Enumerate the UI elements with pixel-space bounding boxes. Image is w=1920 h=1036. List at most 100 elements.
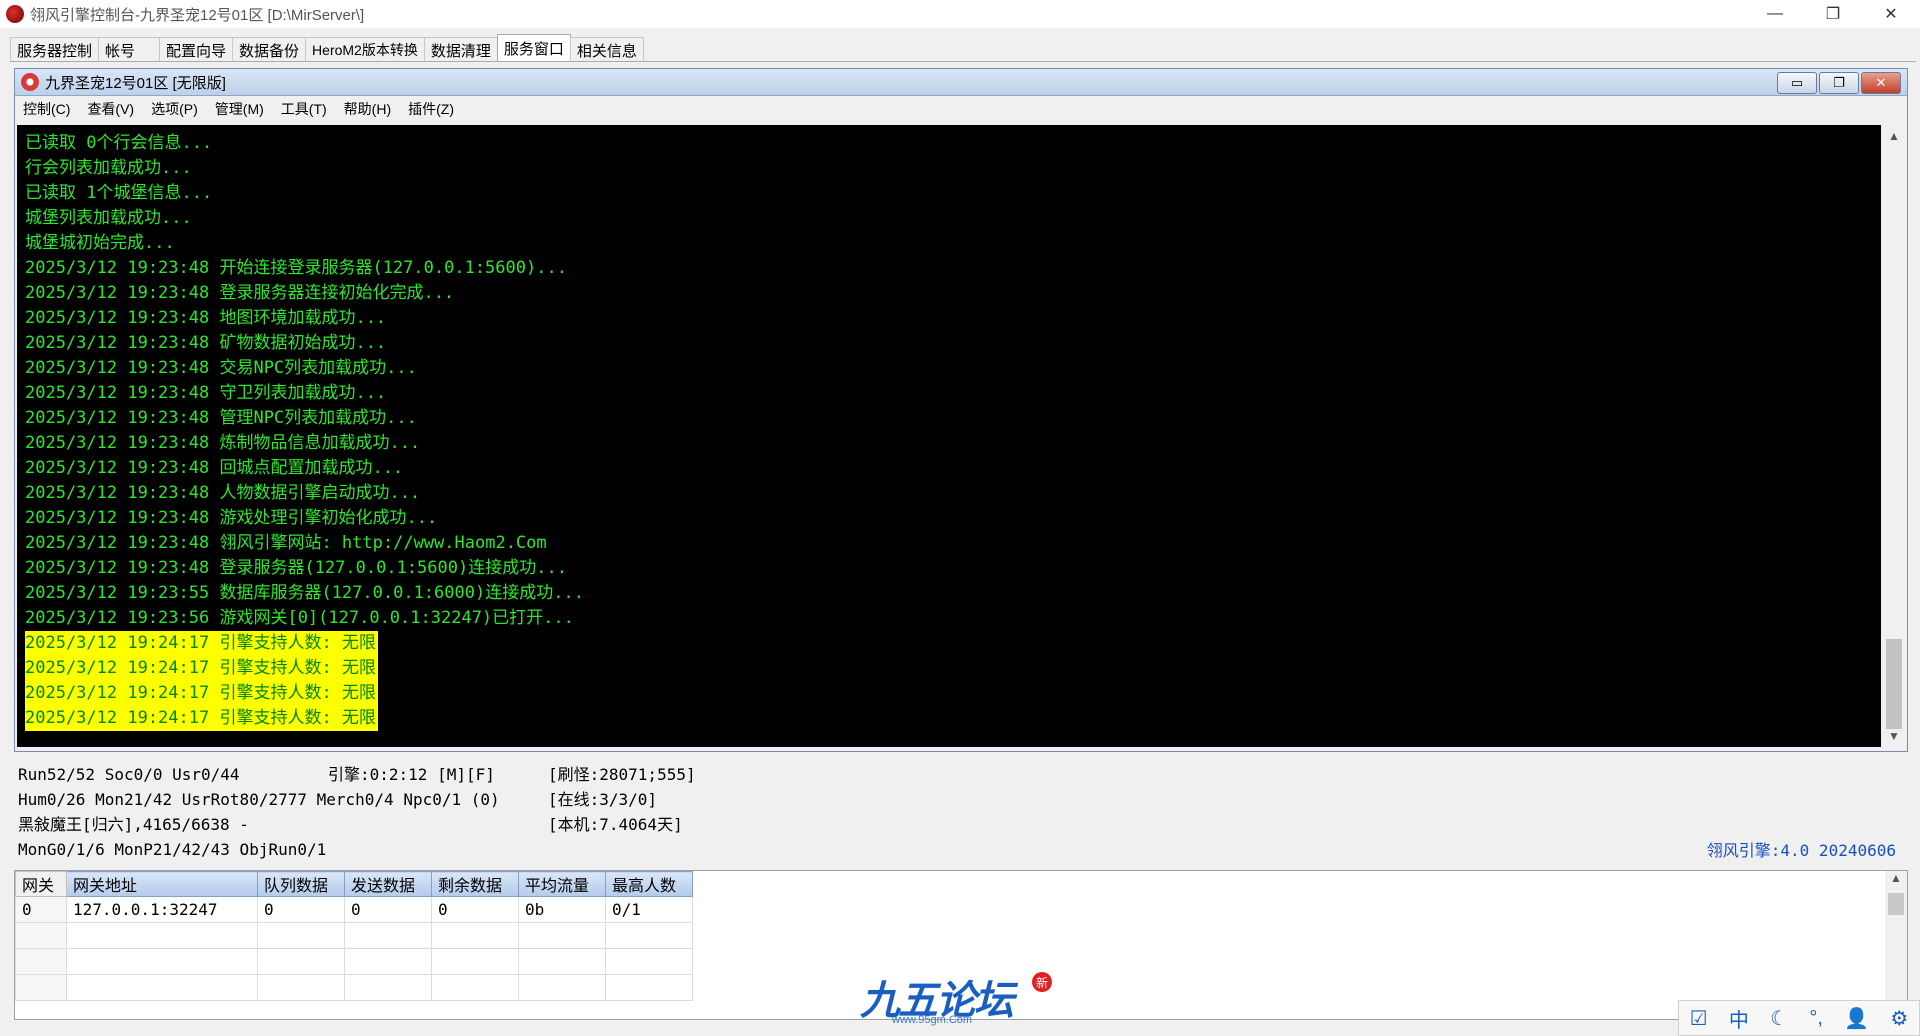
menu-control[interactable]: 控制(C) — [23, 99, 70, 119]
ime-user-icon[interactable]: 👤 — [1844, 1006, 1869, 1031]
log-line: 2025/3/12 19:23:48 炼制物品信息加载成功... — [25, 433, 421, 453]
menu-manage[interactable]: 管理(M) — [215, 99, 264, 119]
cell-queue: 0 — [257, 896, 345, 923]
table-row-empty — [15, 922, 693, 949]
tab-related-info[interactable]: 相关信息 — [569, 37, 644, 62]
scroll-down-icon[interactable]: ▼ — [1883, 725, 1905, 747]
inner-close-button[interactable]: ✕ — [1861, 72, 1901, 94]
log-line: 2025/3/12 19:23:48 翎风引擎网站: http://www.Ha… — [25, 533, 547, 553]
server-window-title: 九界圣宠12号01区 [无限版] — [45, 74, 226, 92]
tab-data-backup[interactable]: 数据备份 — [232, 37, 307, 62]
log-line: 2025/3/12 19:23:55 数据库服务器(127.0.0.1:6000… — [25, 583, 584, 603]
status-boss: 黑敍魔王[归六],4165/6638 - — [18, 815, 249, 834]
col-gateway[interactable]: 网关 — [15, 871, 67, 897]
log-line: 城堡列表加载成功... — [25, 208, 192, 228]
window-titlebar: 翎风引擎控制台-九界圣宠12号01区 [D:\MirServer\] — ❐ ✕ — [0, 0, 1920, 28]
log-line: 2025/3/12 19:23:48 游戏处理引擎初始化成功... — [25, 508, 438, 528]
cell-avg: 0b — [518, 896, 606, 923]
scroll-thumb[interactable] — [1886, 639, 1902, 729]
ime-settings-icon[interactable]: ⚙ — [1890, 1006, 1908, 1031]
tab-herom2-convert[interactable]: HeroM2版本转换 — [305, 37, 425, 62]
log-line: 已读取 0个行会信息... — [25, 133, 213, 153]
log-line: 2025/3/12 19:23:48 交易NPC列表加载成功... — [25, 358, 417, 378]
menu-help[interactable]: 帮助(H) — [344, 99, 391, 119]
ime-check-icon[interactable]: ☑ — [1690, 1006, 1708, 1031]
log-line: 2025/3/12 19:23:48 人物数据引擎启动成功... — [25, 483, 421, 503]
restore-button[interactable]: ❐ — [1804, 0, 1862, 28]
status-mong: MonG0/1/6 MonP21/42/43 ObjRun0/1 — [18, 840, 327, 859]
menu-bar: 控制(C) 查看(V) 选项(P) 管理(M) 工具(T) 帮助(H) 插件(Z… — [15, 96, 1907, 122]
close-button[interactable]: ✕ — [1862, 0, 1920, 28]
status-hum: Hum0/26 Mon21/42 UsrRot80/2777 Merch0/4 … — [18, 790, 500, 809]
log-line: 2025/3/12 19:23:48 登录服务器连接初始化完成... — [25, 283, 455, 303]
log-line: 2025/3/12 19:24:17 引擎支持人数: 无限 — [25, 631, 378, 656]
gateway-scrollbar[interactable]: ▲ — [1885, 871, 1907, 1019]
gateway-scroll-thumb[interactable] — [1888, 893, 1904, 915]
cell-send: 0 — [344, 896, 432, 923]
inner-restore-button[interactable]: ❐ — [1819, 72, 1859, 94]
log-line: 2025/3/12 19:23:48 开始连接登录服务器(127.0.0.1:5… — [25, 258, 567, 278]
minimize-button[interactable]: — — [1746, 0, 1804, 28]
cell-max: 0/1 — [605, 896, 693, 923]
col-queue-data[interactable]: 队列数据 — [257, 871, 345, 897]
status-online: [在线:3/3/0] — [548, 790, 658, 809]
status-spawn: [刷怪:28071;555] — [548, 765, 696, 784]
gateway-scroll-up-icon[interactable]: ▲ — [1885, 871, 1907, 891]
tab-service-window[interactable]: 服务窗口 — [496, 34, 571, 62]
app-logo-icon — [6, 5, 24, 23]
col-send-data[interactable]: 发送数据 — [344, 871, 432, 897]
log-line: 行会列表加载成功... — [25, 158, 192, 178]
server-window-titlebar: 九界圣宠12号01区 [无限版] ▭ ❐ ✕ — [15, 69, 1907, 96]
scroll-up-icon[interactable]: ▲ — [1883, 125, 1905, 147]
status-run: Run52/52 Soc0/0 Usr0/44 — [18, 765, 240, 784]
engine-version: 翎风引擎:4.0 20240606 — [1706, 841, 1896, 860]
log-line: 2025/3/12 19:24:17 引擎支持人数: 无限 — [25, 706, 378, 731]
ime-punctuation-icon[interactable]: °, — [1809, 1007, 1823, 1030]
status-engine-time: 引擎:0:2:12 [M][F] — [328, 765, 495, 784]
forum-watermark-logo: 九五论坛 www.95gm.Com 新 — [860, 968, 1060, 1028]
log-line: 2025/3/12 19:23:48 管理NPC列表加载成功... — [25, 408, 417, 428]
ime-chinese-mode-icon[interactable]: 中 — [1729, 1004, 1749, 1033]
cell-remaining: 0 — [431, 896, 519, 923]
menu-plugins[interactable]: 插件(Z) — [408, 99, 454, 119]
log-line: 2025/3/12 19:24:17 引擎支持人数: 无限 — [25, 656, 378, 681]
log-line: 2025/3/12 19:23:48 矿物数据初始成功... — [25, 333, 387, 353]
main-tabs: 服务器控制 帐号 配置向导 数据备份 HeroM2版本转换 数据清理 服务窗口 … — [10, 34, 644, 62]
col-max-users[interactable]: 最高人数 — [605, 871, 693, 897]
ime-toolbar: ☑ 中 ☾ °, 👤 ⚙ — [1678, 1000, 1920, 1036]
window-title: 翎风引擎控制台-九界圣宠12号01区 [D:\MirServer\] — [30, 6, 365, 24]
logo-badge: 新 — [1032, 972, 1052, 992]
menu-view[interactable]: 查看(V) — [87, 99, 134, 119]
log-console[interactable]: 已读取 0个行会信息... 行会列表加载成功... 已读取 1个城堡信息... 城堡列… — [17, 125, 1881, 747]
log-line: 2025/3/12 19:24:17 引擎支持人数: 无限 — [25, 681, 378, 706]
server-window-icon — [21, 73, 39, 91]
tab-data-cleanup[interactable]: 数据清理 — [423, 37, 498, 62]
tab-account[interactable]: 帐号 — [98, 37, 161, 62]
log-line: 城堡城初始完成... — [25, 233, 175, 253]
tab-server-control[interactable]: 服务器控制 — [10, 37, 100, 62]
table-row-empty — [15, 948, 693, 975]
col-gateway-address[interactable]: 网关地址 — [66, 871, 258, 897]
cell-address: 127.0.0.1:32247 — [66, 896, 258, 923]
menu-options[interactable]: 选项(P) — [151, 99, 198, 119]
table-row[interactable]: 0 127.0.0.1:32247 0 0 0 0b 0/1 — [15, 896, 693, 923]
gateway-table: 网关 网关地址 队列数据 发送数据 剩余数据 平均流量 最高人数 0 127.0… — [15, 871, 693, 1001]
inner-minimize-button[interactable]: ▭ — [1777, 72, 1817, 94]
tab-config-wizard[interactable]: 配置向导 — [159, 37, 234, 62]
log-line: 2025/3/12 19:23:48 回城点配置加载成功... — [25, 458, 404, 478]
logo-url: www.95gm.Com — [892, 1014, 973, 1026]
server-window: 九界圣宠12号01区 [无限版] ▭ ❐ ✕ 控制(C) 查看(V) 选项(P)… — [14, 68, 1908, 752]
col-remaining-data[interactable]: 剩余数据 — [431, 871, 519, 897]
log-line: 2025/3/12 19:23:48 登录服务器(127.0.0.1:5600)… — [25, 558, 567, 578]
log-line: 2025/3/12 19:23:56 游戏网关[0](127.0.0.1:322… — [25, 608, 574, 628]
log-line: 2025/3/12 19:23:48 守卫列表加载成功... — [25, 383, 387, 403]
col-avg-traffic[interactable]: 平均流量 — [518, 871, 606, 897]
log-line: 已读取 1个城堡信息... — [25, 183, 213, 203]
console-scrollbar[interactable]: ▲ ▼ — [1883, 125, 1905, 747]
cell-gateway: 0 — [15, 896, 67, 923]
status-uptime: [本机:7.4064天] — [548, 815, 683, 834]
log-line: 2025/3/12 19:23:48 地图环境加载成功... — [25, 308, 387, 328]
tab-divider — [10, 61, 1916, 62]
ime-halfwidth-icon[interactable]: ☾ — [1770, 1006, 1788, 1031]
menu-tools[interactable]: 工具(T) — [281, 99, 327, 119]
